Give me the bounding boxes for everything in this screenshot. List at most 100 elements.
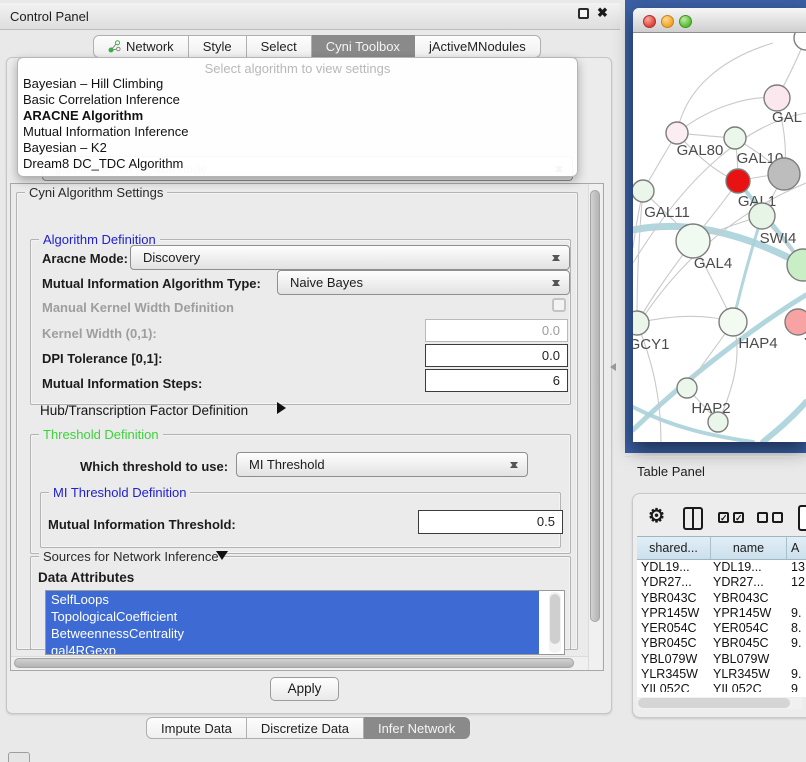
checked-checkbox-icon[interactable]: ✓ [718, 512, 729, 523]
network-node[interactable] [708, 412, 728, 432]
tab-network[interactable]: Network [93, 35, 189, 58]
table-row[interactable]: YBR045CYBR045C9. [637, 636, 806, 651]
table-cell: YIL052C [711, 682, 787, 692]
table-row[interactable]: YDR27...YDR27...12 [637, 575, 806, 590]
network-node[interactable] [666, 122, 688, 144]
threshold-definition-title: Threshold Definition [39, 427, 163, 442]
algorithm-option[interactable]: Bayesian – Hill Climbing [18, 76, 577, 92]
combo-spinner-icon [552, 252, 560, 264]
mi-threshold-group-title: MI Threshold Definition [49, 485, 190, 500]
mi-steps-field[interactable]: 6 [425, 369, 568, 392]
network-node[interactable] [749, 203, 775, 229]
table-body: YDL19...YDL19...13YDR27...YDR27...12YBR0… [637, 560, 806, 692]
sources-title: Sources for Network Inference [39, 549, 223, 564]
algorithm-option[interactable]: Dream8 DC_TDC Algorithm [18, 156, 577, 172]
network-node[interactable] [785, 309, 806, 335]
attribute-option[interactable]: SelfLoops [46, 591, 539, 608]
dpi-tolerance-field[interactable]: 0.0 [425, 344, 568, 367]
unchecked-checkbox-icon[interactable] [772, 512, 783, 523]
node-label: GAL4 [694, 255, 732, 272]
tab-label: Infer Network [378, 721, 455, 736]
tab-discretize-data[interactable]: Discretize Data [247, 717, 364, 739]
unchecked-checkbox-icon[interactable] [757, 512, 768, 523]
apply-button[interactable]: Apply [270, 677, 339, 701]
network-node[interactable] [787, 249, 806, 281]
network-edge[interactable] [637, 191, 643, 323]
attribute-option[interactable]: BetweennessCentrality [46, 625, 539, 642]
table-row[interactable]: YBL079WYBL079W [637, 652, 806, 667]
hub-definition-label[interactable]: Hub/Transcription Factor Definition [40, 403, 248, 418]
network-edge[interactable] [677, 43, 773, 133]
close-window-button[interactable] [643, 15, 656, 28]
attributes-scrollbar-thumb[interactable] [550, 594, 560, 644]
network-node[interactable] [724, 127, 746, 149]
table-row[interactable]: YLR345WYLR345W9. [637, 667, 806, 682]
table-horizontal-scrollbar-thumb[interactable] [638, 698, 790, 708]
attribute-option[interactable]: TopologicalCoefficient [46, 608, 539, 625]
algorithm-option[interactable]: Bayesian – K2 [18, 140, 577, 156]
table-row[interactable]: YER054CYER054C8. [637, 621, 806, 636]
mi-algorithm-type-combo[interactable]: Naive Bayes [277, 270, 570, 295]
network-node[interactable] [726, 169, 750, 193]
network-node[interactable] [677, 378, 697, 398]
algorithm-option[interactable]: Mutual Information Inference [18, 124, 577, 140]
application-window: Control Panel ✖ NetworkStyleSelectCyni T… [0, 0, 806, 762]
column-header[interactable]: name [711, 537, 787, 559]
node-table: shared...nameA YDL19...YDL19...13YDR27..… [637, 536, 806, 697]
network-node[interactable] [794, 33, 806, 50]
table-cell: YBL079W [711, 652, 787, 667]
network-canvas[interactable]: GALGAL80GAL10GAL1GAL11SWI4GAL4GCY1HAP4YH… [633, 33, 806, 442]
tab-style[interactable]: Style [189, 35, 247, 58]
network-node[interactable] [676, 224, 710, 258]
tab-jactivemnodules[interactable]: jActiveMNodules [415, 35, 541, 58]
sources-collapse-icon[interactable] [216, 551, 228, 566]
mi-threshold-field[interactable]: 0.5 [418, 510, 563, 534]
table-cell [787, 591, 806, 606]
hub-expand-icon[interactable] [277, 402, 292, 414]
tab-cyni-toolbox[interactable]: Cyni Toolbox [312, 35, 415, 58]
network-window-titlebar[interactable] [633, 8, 806, 33]
corner-chip[interactable] [8, 752, 30, 762]
tab-select[interactable]: Select [247, 35, 312, 58]
which-threshold-combo[interactable]: MI Threshold [236, 452, 528, 477]
attribute-option[interactable]: gal4RGexp [46, 642, 539, 655]
table-cell: YIL052C [637, 682, 711, 692]
horizontal-scrollbar-thumb[interactable] [14, 658, 574, 668]
network-node[interactable] [719, 308, 747, 336]
columns-icon[interactable] [683, 507, 703, 530]
network-node[interactable] [768, 158, 800, 190]
table-row[interactable]: YIL052CYIL052C9 [637, 682, 806, 692]
zoom-window-button[interactable] [679, 15, 692, 28]
network-node[interactable] [633, 180, 654, 202]
gear-icon[interactable]: ⚙ [648, 505, 665, 528]
vertical-scrollbar-thumb[interactable] [590, 190, 600, 622]
node-label: GAL11 [644, 204, 690, 221]
network-edge[interactable] [733, 216, 762, 322]
algorithm-option[interactable]: Basic Correlation Inference [18, 92, 577, 108]
tab-label: jActiveMNodules [429, 39, 526, 54]
column-header[interactable]: shared... [637, 537, 711, 559]
close-icon[interactable]: ✖ [597, 5, 608, 21]
algorithm-option[interactable]: ARACNE Algorithm [18, 108, 577, 124]
splitpane-toggle-icon[interactable] [606, 363, 616, 371]
minimize-window-button[interactable] [661, 15, 674, 28]
network-node[interactable] [633, 311, 649, 335]
table-mode-icon[interactable] [798, 505, 806, 531]
checked-checkbox-icon[interactable]: ✓ [733, 512, 744, 523]
network-node[interactable] [764, 85, 790, 111]
node-label: GCY1 [633, 336, 669, 353]
table-row[interactable]: YBR043CYBR043C [637, 591, 806, 606]
table-row[interactable]: YDL19...YDL19...13 [637, 560, 806, 575]
tab-impute-data[interactable]: Impute Data [146, 717, 247, 739]
aracne-mode-combo[interactable]: Discovery [130, 245, 570, 270]
table-row[interactable]: YPR145WYPR145W9. [637, 606, 806, 621]
column-header[interactable]: A [787, 537, 806, 559]
network-edge[interactable] [763, 402, 806, 442]
tab-infer-network[interactable]: Infer Network [364, 717, 470, 739]
table-cell: YER054C [637, 621, 711, 636]
kernel-width-field[interactable]: 0.0 [425, 319, 568, 342]
control-panel-titlebar: Control Panel [0, 3, 620, 30]
manual-kernel-checkbox[interactable] [552, 298, 566, 312]
cyni-algorithm-settings-title: Cyni Algorithm Settings [25, 185, 167, 200]
float-window-icon[interactable] [578, 8, 589, 19]
